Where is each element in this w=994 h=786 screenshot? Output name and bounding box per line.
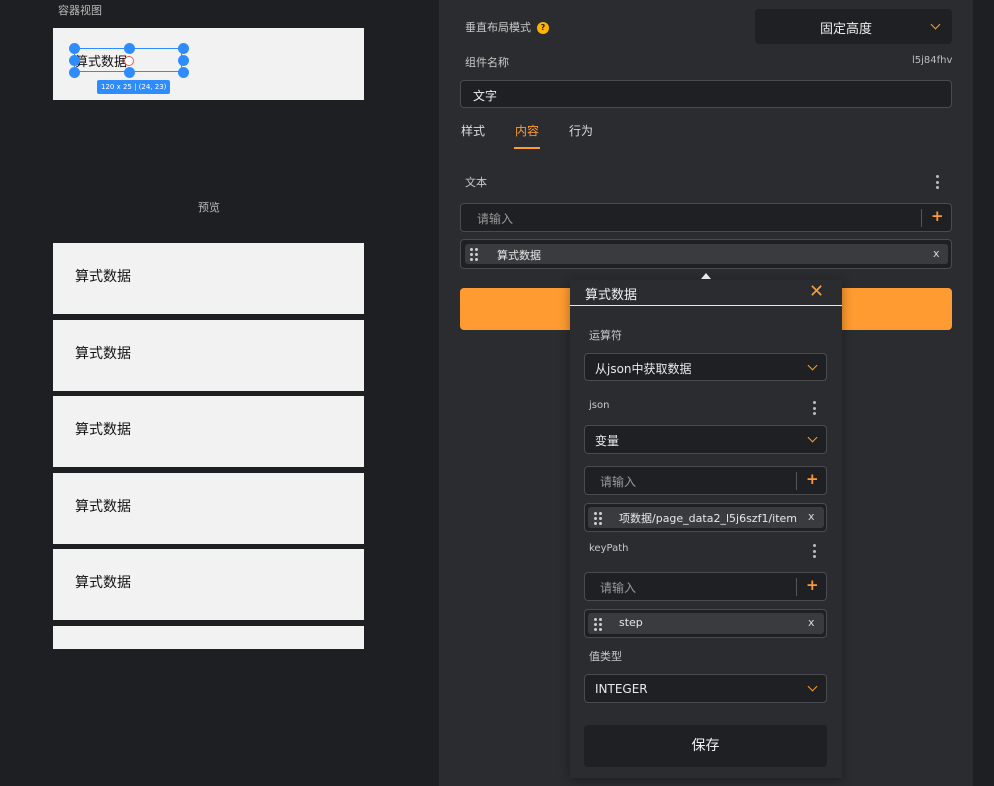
- json-type-value: 变量: [595, 434, 620, 448]
- add-icon[interactable]: +: [931, 207, 944, 225]
- keypath-chip-list: step x: [584, 609, 827, 638]
- preview-card[interactable]: 算式数据: [53, 396, 364, 467]
- save-button[interactable]: 保存: [584, 725, 827, 767]
- chevron-down-icon: [807, 432, 818, 443]
- popup-header: 算式数据 ✕: [570, 280, 842, 306]
- drag-handle-icon[interactable]: [593, 511, 605, 525]
- resize-handle-mr[interactable]: [178, 55, 189, 66]
- help-icon[interactable]: ?: [537, 22, 549, 34]
- add-icon[interactable]: +: [806, 470, 819, 488]
- layout-mode-label: 垂直布局模式?: [465, 19, 549, 35]
- preview-card-text: 算式数据: [75, 346, 131, 362]
- component-name-value: 文字: [473, 89, 498, 103]
- more-vert-icon[interactable]: [813, 544, 816, 561]
- preview-card[interactable]: [53, 626, 364, 649]
- resize-handle-tm[interactable]: [124, 43, 135, 54]
- json-chip[interactable]: 项数据/page_data2_l5j6szf1/item x: [588, 507, 824, 528]
- value-type-dropdown[interactable]: INTEGER: [584, 674, 827, 703]
- operator-dropdown[interactable]: 从json中获取数据: [584, 353, 827, 381]
- component-id: l5j84fhv: [912, 55, 953, 66]
- add-icon[interactable]: +: [806, 576, 819, 594]
- preview-card-text: 算式数据: [75, 575, 131, 591]
- keypath-chip[interactable]: step x: [588, 613, 824, 634]
- operator-label: 运算符: [589, 329, 622, 342]
- text-input-placeholder: 请输入: [477, 212, 514, 226]
- text-chip[interactable]: 算式数据 x: [465, 244, 948, 264]
- chevron-down-icon: [807, 360, 818, 371]
- drag-handle-icon[interactable]: [593, 617, 605, 631]
- more-vert-icon[interactable]: [813, 401, 816, 418]
- preview-label: 预览: [198, 201, 220, 214]
- tab-style[interactable]: 样式: [461, 122, 485, 139]
- close-icon[interactable]: ✕: [809, 281, 824, 302]
- tab-content[interactable]: 内容: [515, 122, 539, 139]
- preview-card[interactable]: 算式数据: [53, 473, 364, 544]
- rotate-handle[interactable]: [124, 56, 134, 66]
- text-chip-list: 算式数据 x: [460, 239, 952, 269]
- resize-handle-bm[interactable]: [124, 67, 135, 78]
- text-chip-label: 算式数据: [497, 249, 541, 262]
- preview-card[interactable]: 算式数据: [53, 320, 364, 391]
- json-label: json: [589, 400, 610, 411]
- resize-handle-tl[interactable]: [69, 43, 80, 54]
- container-view-label: 容器视图: [58, 4, 102, 17]
- container-view[interactable]: 算式数据 120 x 25 | (24, 23): [53, 28, 364, 100]
- json-type-dropdown[interactable]: 变量: [584, 425, 827, 454]
- resize-handle-br[interactable]: [178, 67, 189, 78]
- active-tab-underline: [514, 147, 540, 149]
- json-input-placeholder: 请输入: [600, 475, 637, 489]
- preview-card-text: 算式数据: [75, 499, 131, 515]
- value-type-value: INTEGER: [595, 682, 648, 696]
- tab-behavior[interactable]: 行为: [569, 122, 593, 139]
- input-divider: [796, 472, 797, 490]
- text-label: 文本: [465, 176, 487, 189]
- json-chip-label: 项数据/page_data2_l5j6szf1/item: [619, 512, 797, 525]
- component-name-label: 组件名称: [465, 56, 509, 69]
- chevron-down-icon: [807, 681, 818, 692]
- more-vert-icon[interactable]: [936, 175, 939, 192]
- chevron-down-icon: [930, 19, 941, 30]
- popup-title: 算式数据: [585, 288, 638, 303]
- input-divider: [796, 578, 797, 596]
- text-input[interactable]: 请输入 +: [460, 203, 952, 232]
- preview-card[interactable]: 算式数据: [53, 243, 364, 314]
- drag-handle-icon[interactable]: [469, 247, 481, 261]
- keypath-input[interactable]: 请输入 +: [584, 572, 827, 601]
- keypath-input-placeholder: 请输入: [600, 581, 637, 595]
- component-name-input[interactable]: 文字: [460, 80, 952, 108]
- resize-handle-tr[interactable]: [178, 43, 189, 54]
- resize-handle-ml[interactable]: [69, 55, 80, 66]
- keypath-label: keyPath: [589, 543, 629, 554]
- value-type-label: 值类型: [589, 650, 622, 663]
- input-divider: [921, 209, 922, 227]
- keypath-chip-label: step: [619, 616, 643, 629]
- chip-close-icon[interactable]: x: [808, 616, 815, 629]
- json-input[interactable]: 请输入 +: [584, 466, 827, 495]
- chip-close-icon[interactable]: x: [933, 247, 940, 260]
- layout-mode-value: 固定高度: [820, 22, 873, 37]
- chip-close-icon[interactable]: x: [808, 510, 815, 523]
- operator-value: 从json中获取数据: [595, 362, 692, 376]
- expression-popup: 算式数据 ✕ 运算符 从json中获取数据 json 变量 请输入 + 项数据/…: [570, 273, 842, 778]
- size-position-tag: 120 x 25 | (24, 23): [97, 80, 171, 94]
- layout-mode-dropdown[interactable]: 固定高度: [755, 9, 952, 44]
- popover-arrow: [701, 273, 711, 279]
- resize-handle-bl[interactable]: [69, 67, 80, 78]
- preview-card-text: 算式数据: [75, 422, 131, 438]
- json-chip-list: 项数据/page_data2_l5j6szf1/item x: [584, 503, 827, 532]
- preview-card[interactable]: 算式数据: [53, 549, 364, 620]
- preview-card-text: 算式数据: [75, 269, 131, 285]
